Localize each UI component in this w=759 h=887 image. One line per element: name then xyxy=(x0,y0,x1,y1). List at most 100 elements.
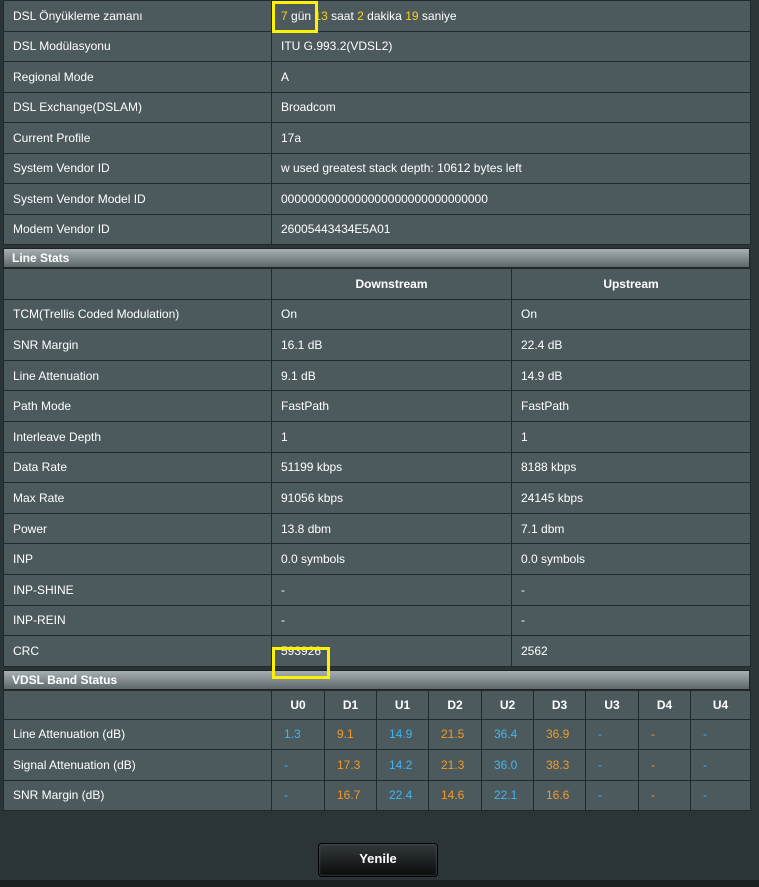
crc-upstream-value: 2562 xyxy=(511,635,751,667)
band-value: - xyxy=(638,749,691,781)
row-label: INP-SHINE xyxy=(3,573,272,606)
uptime-value: 7 gün 13 saat 2 dakika 19 saniye xyxy=(271,0,751,32)
upstream-value: 0.0 symbols xyxy=(511,543,751,575)
empty-header xyxy=(3,689,272,720)
band-value: 36.9 xyxy=(533,718,586,751)
band-value: 1.3 xyxy=(271,718,325,751)
upstream-value: On xyxy=(511,298,751,331)
band-header: D3 xyxy=(533,689,586,720)
row-label: Path Mode xyxy=(3,390,272,422)
band-header: U2 xyxy=(481,689,534,720)
dsl-info-table: DSL Önyükleme zamanı 7 gün 13 saat 2 dak… xyxy=(3,0,751,245)
upstream-value: - xyxy=(511,604,751,637)
vdsl-band-status-header: VDSL Band Status xyxy=(3,669,750,690)
upstream-value: 8188 kbps xyxy=(511,451,751,484)
band-value: 36.0 xyxy=(481,749,534,781)
downstream-value: 13.8 dbm xyxy=(271,512,512,545)
band-header: U1 xyxy=(376,689,429,720)
row-label: Regional Mode xyxy=(3,61,272,93)
row-label: Line Attenuation (dB) xyxy=(3,718,272,751)
upstream-value: FastPath xyxy=(511,390,751,422)
downstream-value: - xyxy=(271,604,512,637)
table-row: CRC 593926 2562 xyxy=(3,635,751,667)
band-value: - xyxy=(690,779,751,812)
band-value: 22.1 xyxy=(481,779,534,812)
upstream-value: - xyxy=(511,573,751,606)
band-header: D4 xyxy=(638,689,691,720)
row-value: 26005443434E5A01 xyxy=(271,213,751,245)
row-label: System Vendor ID xyxy=(3,152,272,184)
row-label: DSL Önyükleme zamanı xyxy=(3,0,272,32)
band-header: D1 xyxy=(324,689,377,720)
row-label: SNR Margin (dB) xyxy=(3,779,272,812)
row-value: 17a xyxy=(271,122,751,154)
refresh-button[interactable]: Yenile xyxy=(318,843,438,877)
table-row: SNR Margin 16.1 dB 22.4 dB xyxy=(3,329,751,361)
band-header: U0 xyxy=(271,689,325,720)
downstream-value: - xyxy=(271,573,512,606)
upstream-value: 22.4 dB xyxy=(511,329,751,361)
table-row: SNR Margin (dB) - 16.7 22.4 14.6 22.1 16… xyxy=(3,779,751,812)
row-label: System Vendor Model ID xyxy=(3,183,272,215)
table-row: Regional Mode A xyxy=(3,61,751,93)
line-stats-header: Line Stats xyxy=(3,248,750,268)
band-value: 16.7 xyxy=(324,779,377,812)
row-value: A xyxy=(271,61,751,93)
line-stats-table: Downstream Upstream TCM(Trellis Coded Mo… xyxy=(3,268,751,667)
table-row: INP-SHINE - - xyxy=(3,573,751,606)
band-value: - xyxy=(585,718,639,751)
band-value: - xyxy=(638,779,691,812)
row-value: ITU G.993.2(VDSL2) xyxy=(271,30,751,62)
uptime-seconds: 19 xyxy=(405,8,419,23)
table-row: DSL Modülasyonu ITU G.993.2(VDSL2) xyxy=(3,30,751,62)
upstream-value: 7.1 dbm xyxy=(511,512,751,545)
table-row: Interleave Depth 1 1 xyxy=(3,420,751,453)
band-value: - xyxy=(690,749,751,781)
band-value: 16.6 xyxy=(533,779,586,812)
downstream-value: 9.1 dB xyxy=(271,359,512,392)
row-label: CRC xyxy=(3,635,272,667)
band-value: 21.3 xyxy=(428,749,482,781)
band-value: 38.3 xyxy=(533,749,586,781)
band-value: - xyxy=(690,718,751,751)
downstream-value: 16.1 dB xyxy=(271,329,512,361)
band-value: 9.1 xyxy=(324,718,377,751)
table-row: System Vendor Model ID 000000000000000000… xyxy=(3,183,751,215)
table-row: Data Rate 51199 kbps 8188 kbps xyxy=(3,451,751,484)
upstream-value: 24145 kbps xyxy=(511,482,751,514)
downstream-value: 91056 kbps xyxy=(271,482,512,514)
band-header: D2 xyxy=(428,689,482,720)
row-value: Broadcom xyxy=(271,91,751,123)
row-label: Power xyxy=(3,512,272,545)
row-label: TCM(Trellis Coded Modulation) xyxy=(3,298,272,331)
table-row: Path Mode FastPath FastPath xyxy=(3,390,751,422)
row-label: Interleave Depth xyxy=(3,420,272,453)
bottom-bar xyxy=(0,880,759,887)
band-value: 17.3 xyxy=(324,749,377,781)
table-row: Line Attenuation 9.1 dB 14.9 dB xyxy=(3,359,751,392)
dsl-status-panel: DSL Önyükleme zamanı 7 gün 13 saat 2 dak… xyxy=(3,0,751,812)
band-value: 14.9 xyxy=(376,718,429,751)
upstream-value: 14.9 dB xyxy=(511,359,751,392)
downstream-value: 51199 kbps xyxy=(271,451,512,484)
table-row: Line Attenuation (dB) 1.3 9.1 14.9 21.5 … xyxy=(3,718,751,751)
band-value: - xyxy=(585,779,639,812)
row-label: DSL Modülasyonu xyxy=(3,30,272,62)
table-row: DSL Önyükleme zamanı 7 gün 13 saat 2 dak… xyxy=(3,0,751,32)
band-value: 22.4 xyxy=(376,779,429,812)
table-header-row: U0 D1 U1 D2 U2 D3 U3 D4 U4 xyxy=(3,689,751,720)
uptime-hours: 13 xyxy=(314,8,328,23)
downstream-value: FastPath xyxy=(271,390,512,422)
band-value: - xyxy=(585,749,639,781)
row-label: INP xyxy=(3,543,272,575)
uptime-minutes-unit: dakika xyxy=(367,8,402,23)
downstream-value: 0.0 symbols xyxy=(271,543,512,575)
row-label: INP-REIN xyxy=(3,604,272,637)
table-row: Signal Attenuation (dB) - 17.3 14.2 21.3… xyxy=(3,749,751,781)
row-label: Modem Vendor ID xyxy=(3,213,272,245)
downstream-header: Downstream xyxy=(271,268,512,300)
upstream-header: Upstream xyxy=(511,268,751,300)
band-value: 14.2 xyxy=(376,749,429,781)
row-value: 0000000000000000000000000000000 xyxy=(271,183,751,215)
uptime-days: 7 xyxy=(281,8,288,23)
